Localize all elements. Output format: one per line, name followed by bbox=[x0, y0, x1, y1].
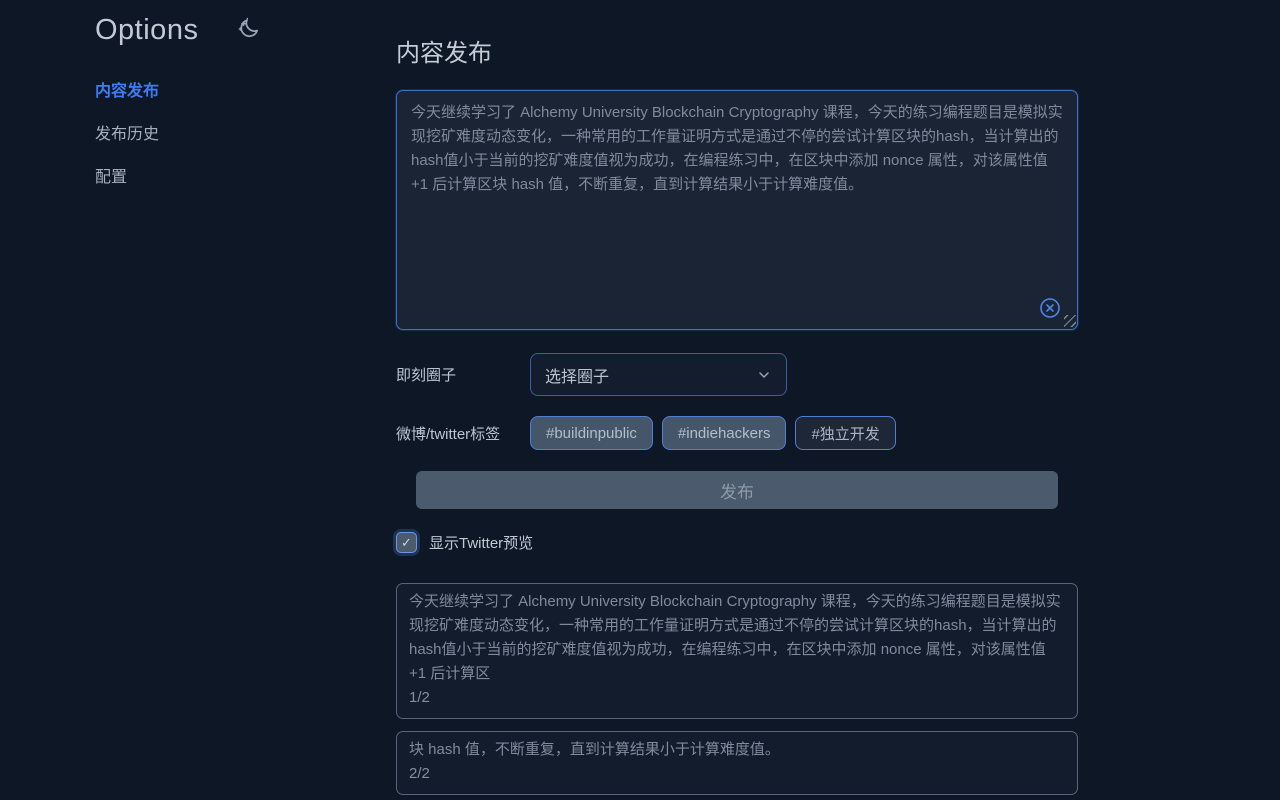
chevron-down-icon bbox=[756, 367, 772, 383]
clear-content-button[interactable] bbox=[1038, 296, 1062, 320]
tweet-preview-2-page: 2/2 bbox=[409, 762, 1065, 786]
circle-select-value: 选择圈子 bbox=[545, 363, 609, 387]
twitter-preview-checkbox[interactable]: ✓ bbox=[396, 532, 417, 553]
tweet-preview-2: 块 hash 值，不断重复，直到计算结果小于计算难度值。 2/2 bbox=[396, 731, 1078, 795]
options-page: Options 内容发布 发布历史 配置 内容发布 今天继续学习了 A bbox=[0, 0, 1280, 800]
tweet-preview-1-page: 1/2 bbox=[409, 686, 1065, 710]
tags-label: 微博/twitter标签 bbox=[396, 423, 530, 444]
tweet-preview-1-text: 今天继续学习了 Alchemy University Blockchain Cr… bbox=[409, 590, 1065, 686]
sidebar-item-content-publish[interactable]: 内容发布 bbox=[95, 77, 396, 101]
circle-select-label: 即刻圈子 bbox=[396, 364, 530, 385]
sidebar-title: Options bbox=[95, 14, 198, 47]
tags-row: 微博/twitter标签 #buildinpublic #indiehacker… bbox=[396, 416, 1078, 450]
theme-toggle-button[interactable] bbox=[236, 16, 262, 45]
sidebar-nav: 内容发布 发布历史 配置 bbox=[95, 77, 396, 187]
tweet-preview-1: 今天继续学习了 Alchemy University Blockchain Cr… bbox=[396, 583, 1078, 719]
tag-duli-kaifa-button[interactable]: #独立开发 bbox=[795, 416, 895, 450]
check-icon: ✓ bbox=[401, 535, 412, 551]
circle-select[interactable]: 选择圈子 bbox=[530, 353, 787, 396]
publish-button[interactable]: 发布 bbox=[416, 471, 1058, 509]
sidebar-header: Options bbox=[95, 14, 396, 47]
tag-buildinpublic-button[interactable]: #buildinpublic bbox=[530, 416, 653, 450]
tweet-preview-2-text: 块 hash 值，不断重复，直到计算结果小于计算难度值。 bbox=[409, 738, 1065, 762]
content-textarea[interactable]: 今天继续学习了 Alchemy University Blockchain Cr… bbox=[396, 90, 1078, 330]
twitter-preview-label: 显示Twitter预览 bbox=[429, 532, 533, 553]
sidebar-item-publish-history[interactable]: 发布历史 bbox=[95, 120, 396, 144]
tag-indiehackers-button[interactable]: #indiehackers bbox=[662, 416, 787, 450]
page-title: 内容发布 bbox=[396, 33, 1078, 68]
main-content: 内容发布 今天继续学习了 Alchemy University Blockcha… bbox=[396, 0, 1078, 800]
moon-stars-icon bbox=[236, 30, 262, 45]
composer: 今天继续学习了 Alchemy University Blockchain Cr… bbox=[396, 90, 1078, 330]
sidebar-item-config[interactable]: 配置 bbox=[95, 163, 396, 187]
circle-x-icon bbox=[1038, 308, 1062, 323]
circle-select-row: 即刻圈子 选择圈子 bbox=[396, 353, 1078, 396]
sidebar: Options 内容发布 发布历史 配置 bbox=[0, 0, 396, 800]
twitter-preview-toggle-row: ✓ 显示Twitter预览 bbox=[396, 532, 1078, 553]
